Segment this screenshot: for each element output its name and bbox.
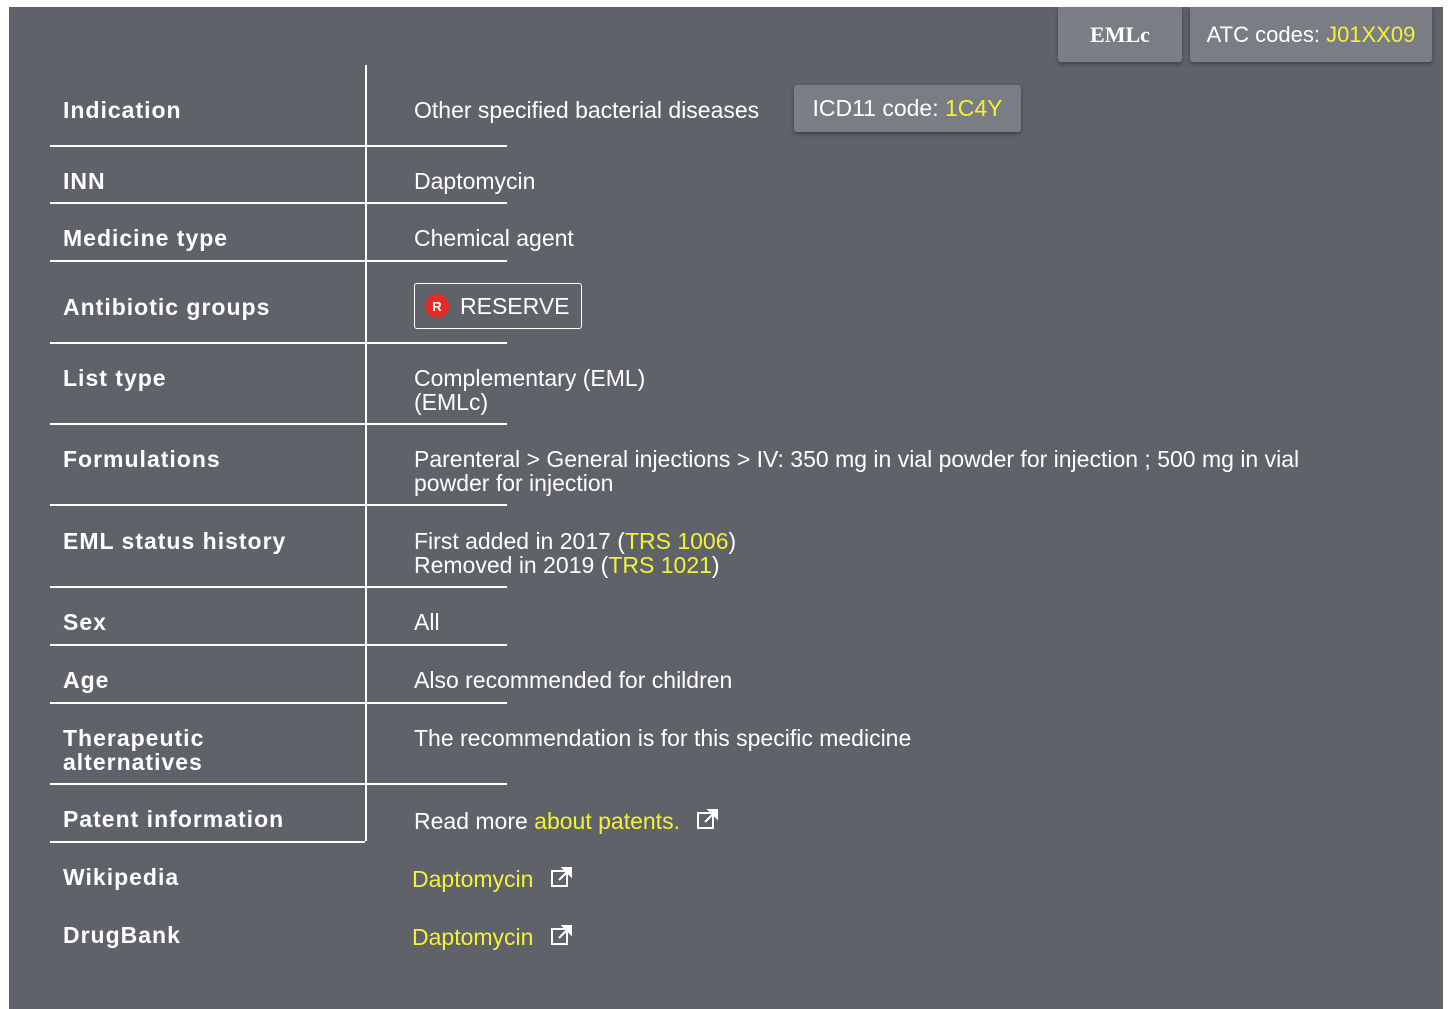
eml-status-line2-prefix: Removed in 2019 ( (414, 552, 609, 578)
row-divider (50, 644, 365, 646)
wikipedia-value: Daptomycin (412, 865, 574, 891)
row-divider (50, 841, 365, 843)
external-link-icon[interactable] (696, 807, 720, 831)
row-divider (367, 783, 507, 785)
wikipedia-label: Wikipedia (63, 864, 180, 890)
indication-value: Other specified bacterial diseases (414, 97, 760, 123)
drugbank-label: DrugBank (63, 922, 181, 948)
icd11-code-value: 1C4Y (944, 95, 1003, 121)
row-divider (367, 342, 507, 344)
therapeutic-alternatives-value: The recommendation is for this specific … (414, 725, 912, 751)
patent-information-label: Patent information (63, 806, 285, 832)
row-divider (50, 586, 365, 588)
trs-1006-link[interactable]: TRS 1006 (625, 528, 729, 554)
eml-status-line2: Removed in 2019 (TRS 1021) (414, 553, 736, 577)
patent-read-more-prefix: Read more (414, 808, 535, 834)
trs-1021-link[interactable]: TRS 1021 (608, 552, 712, 578)
row-divider (367, 644, 507, 646)
medicine-type-value: Chemical agent (414, 225, 574, 251)
icd11-code-prefix: ICD11 code: (812, 95, 945, 121)
list-type-line2: (EMLc) (414, 389, 489, 415)
inn-value: Daptomycin (414, 168, 536, 194)
sex-value: All (414, 609, 440, 635)
row-divider (367, 202, 507, 204)
row-divider (50, 202, 365, 204)
reserve-label: RESERVE (460, 292, 570, 319)
eml-status-history-label: EML status history (63, 528, 287, 554)
drugbank-daptomycin-link[interactable]: Daptomycin (412, 924, 533, 950)
row-divider (50, 702, 365, 704)
reserve-badge[interactable]: R RESERVE (414, 283, 582, 329)
atc-codes-prefix: ATC codes: (1206, 21, 1327, 47)
wikipedia-daptomycin-link[interactable]: Daptomycin (412, 866, 533, 892)
eml-status-line1-prefix: First added in 2017 ( (414, 528, 625, 554)
therapeutic-alternatives-label-line1: Therapeutic (63, 725, 205, 751)
eml-status-line1: First added in 2017 (TRS 1006) (414, 529, 736, 553)
row-divider (50, 260, 365, 262)
emlc-tag[interactable]: EMLc (1058, 7, 1182, 62)
formulations-label: Formulations (63, 446, 221, 472)
atc-codes-tag[interactable]: ATC codes: J01XX09 (1190, 7, 1432, 62)
row-divider (50, 504, 365, 506)
row-divider (50, 145, 365, 147)
row-divider (367, 702, 507, 704)
column-divider (365, 65, 367, 841)
atc-code-link[interactable]: J01XX09 (1326, 22, 1415, 48)
emlc-tag-label: EMLc (1090, 21, 1150, 47)
inn-label: INN (63, 168, 106, 194)
therapeutic-alternatives-label-line2: alternatives (63, 749, 203, 775)
indication-label: Indication (63, 97, 182, 123)
row-divider (50, 342, 365, 344)
sex-label: Sex (63, 609, 107, 635)
age-value: Also recommended for children (414, 667, 733, 693)
icd11-code-button[interactable]: ICD11 code: 1C4Y (794, 85, 1021, 132)
patent-information-value: Read more about patents. (414, 807, 720, 833)
eml-status-line2-suffix: ) (711, 552, 720, 578)
about-patents-link[interactable]: about patents. (534, 808, 680, 834)
drugbank-value: Daptomycin (412, 923, 574, 949)
row-divider (50, 783, 365, 785)
row-divider (367, 586, 507, 588)
external-link-icon[interactable] (550, 923, 574, 947)
external-link-icon[interactable] (550, 865, 574, 889)
row-divider (367, 260, 507, 262)
therapeutic-alternatives-label: Therapeutic alternatives (63, 726, 204, 774)
eml-status-line1-suffix: ) (728, 528, 737, 554)
medicine-type-label: Medicine type (63, 225, 229, 251)
list-type-value: Complementary (EML) (EMLc) (414, 366, 645, 414)
row-divider (367, 504, 507, 506)
row-divider (367, 145, 507, 147)
eml-status-history-value: First added in 2017 (TRS 1006) Removed i… (414, 529, 736, 577)
list-type-line1: Complementary (EML) (414, 365, 646, 391)
row-divider (367, 423, 507, 425)
formulations-line2: powder for injection (414, 470, 614, 496)
medicine-details-panel: EMLc ATC codes: J01XX09 Indication Other… (9, 7, 1443, 1009)
antibiotic-groups-label: Antibiotic groups (63, 294, 271, 320)
row-divider (50, 423, 365, 425)
formulations-value: Parenteral > General injections > IV: 35… (414, 447, 1414, 495)
list-type-label: List type (63, 365, 167, 391)
formulations-line1: Parenteral > General injections > IV: 35… (414, 446, 1300, 472)
age-label: Age (63, 667, 110, 693)
reserve-letter-icon: R (425, 294, 449, 318)
